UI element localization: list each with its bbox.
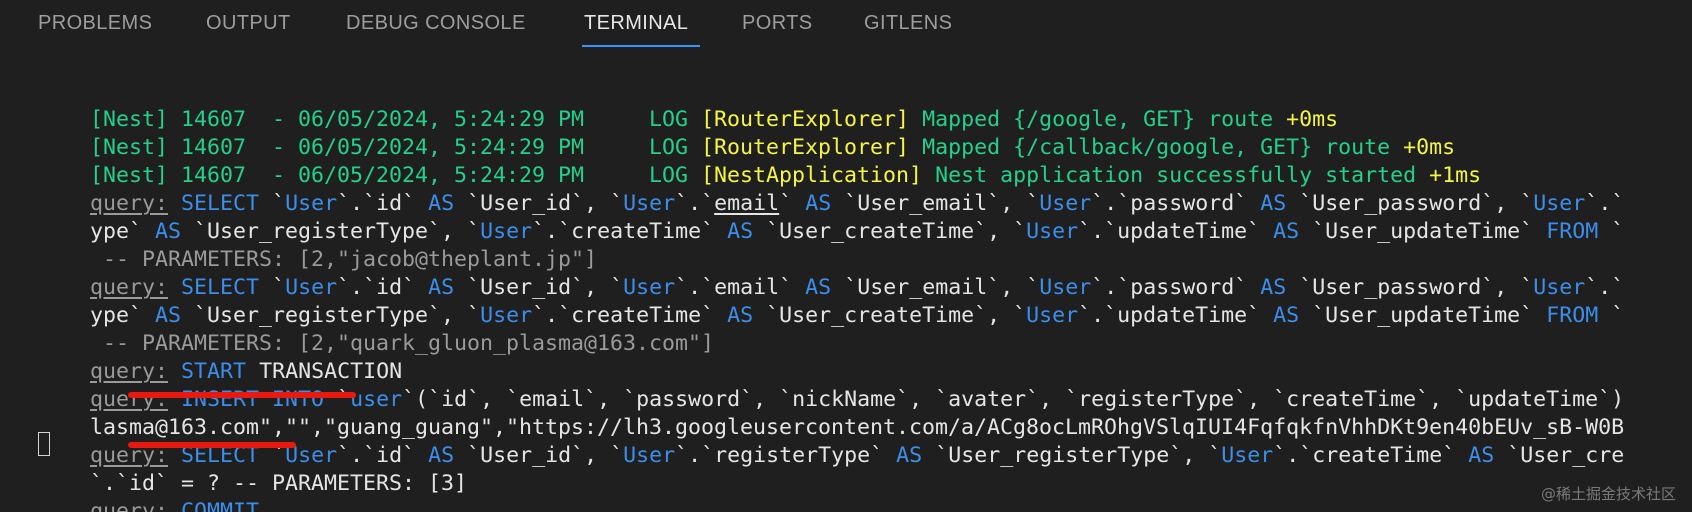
annotation-underline-insert bbox=[128, 392, 356, 398]
query-line: query: COMMIT bbox=[90, 499, 260, 512]
query-parameters: -- PARAMETERS: [2,"jacob@theplant.jp"] bbox=[90, 247, 598, 272]
watermark: @稀土掘金技术社区 bbox=[1540, 485, 1676, 503]
query-line: query: SELECT `User`.`id` AS `User_id`, … bbox=[90, 191, 1625, 216]
active-tab-indicator bbox=[582, 45, 700, 47]
query-continuation: ype` AS `User_registerType`, `User`.`cre… bbox=[90, 303, 1625, 328]
tab-debug-console[interactable]: DEBUG CONSOLE bbox=[346, 12, 526, 35]
query-line: query: INSERT INTO `user`(`id`, `email`,… bbox=[90, 387, 1625, 412]
terminal-cursor bbox=[38, 432, 50, 456]
nest-log-line: [Nest] 14607 - 06/05/2024, 5:24:29 PM LO… bbox=[90, 163, 1482, 188]
query-line: query: SELECT `User`.`id` AS `User_id`, … bbox=[90, 443, 1625, 468]
tab-terminal[interactable]: TERMINAL bbox=[584, 12, 688, 35]
tab-ports[interactable]: PORTS bbox=[742, 12, 813, 35]
tab-gitlens[interactable]: GITLENS bbox=[864, 12, 952, 35]
query-continuation: lasma@163.com","","guang_guang","https:/… bbox=[90, 415, 1625, 440]
tab-problems[interactable]: PROBLEMS bbox=[38, 12, 152, 35]
query-continuation: ype` AS `User_registerType`, `User`.`cre… bbox=[90, 219, 1625, 244]
annotation-underline-select bbox=[128, 442, 296, 448]
nest-log-line: [Nest] 14607 - 06/05/2024, 5:24:29 PM LO… bbox=[90, 107, 1339, 132]
tab-output[interactable]: OUTPUT bbox=[206, 12, 291, 35]
panel-tab-bar: PROBLEMS OUTPUT DEBUG CONSOLE TERMINAL P… bbox=[0, 0, 1692, 60]
query-line: query: START TRANSACTION bbox=[90, 359, 403, 384]
query-parameters: -- PARAMETERS: [2,"quark_gluon_plasma@16… bbox=[90, 331, 715, 356]
nest-log-line: [Nest] 14607 - 06/05/2024, 5:24:29 PM LO… bbox=[90, 135, 1456, 160]
query-line: query: SELECT `User`.`id` AS `User_id`, … bbox=[90, 275, 1625, 300]
